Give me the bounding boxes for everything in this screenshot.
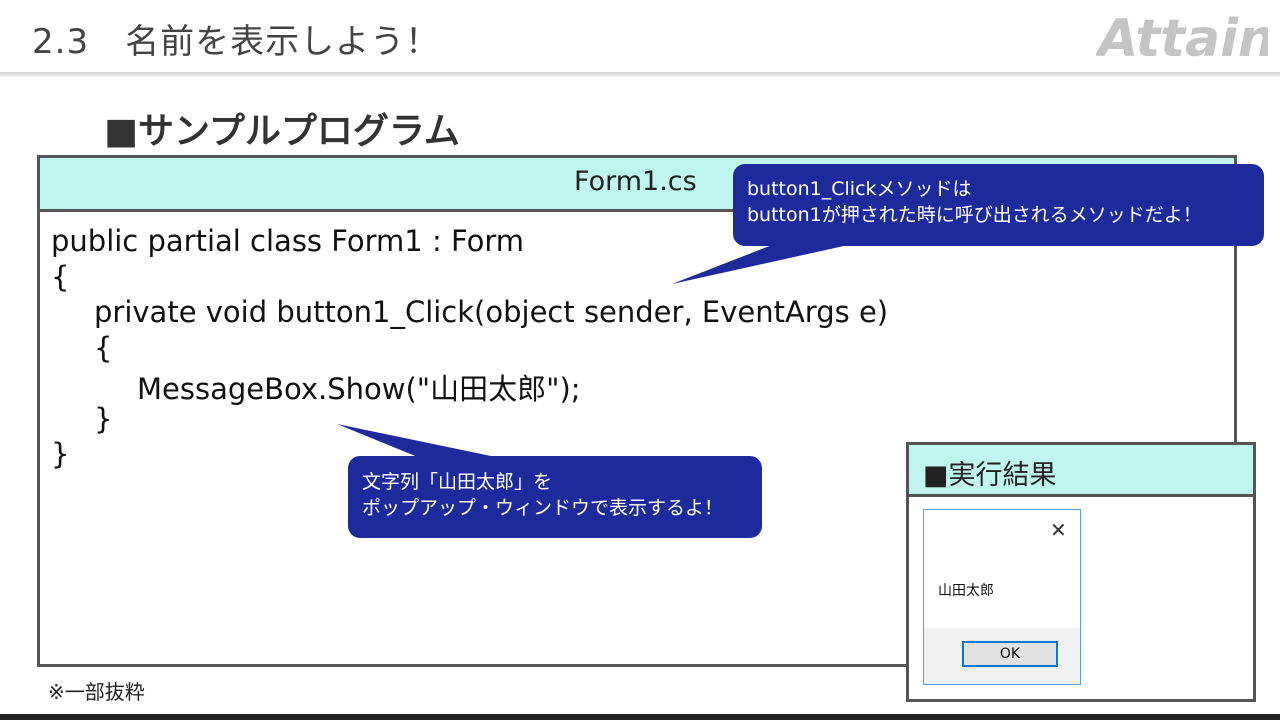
code-line-1: public partial class Form1 : Form — [51, 224, 525, 258]
slide-title: 2.3 名前を表示しよう！ — [32, 14, 440, 63]
result-header: ■実行結果 — [909, 445, 1253, 497]
code-line-4: { — [94, 331, 113, 365]
header-divider — [0, 72, 1280, 77]
svg-text:Attain: Attain — [1096, 10, 1268, 64]
slide-header: 2.3 名前を表示しよう！ Attain — [0, 0, 1280, 72]
method-callout-line-2: button1が押された時に呼び出されるメソッドだよ！ — [747, 204, 1202, 226]
code-line-7: } — [51, 437, 70, 471]
code-filename: Form1.cs — [574, 166, 697, 197]
excerpt-note: ※一部抜粋 — [48, 680, 145, 704]
method-callout-line-1: button1_Clickメソッドは — [747, 178, 972, 200]
message-text: 山田太郎 — [938, 583, 994, 599]
close-icon[interactable]: ✕ — [1050, 518, 1067, 542]
slide-title-text: 名前を表示しよう！ — [125, 22, 441, 62]
ok-button[interactable]: OK — [962, 641, 1058, 667]
code-line-3: private void button1_Click(object sender… — [94, 295, 889, 329]
result-heading: ■実行結果 — [923, 460, 1057, 491]
attain-logo: Attain — [1096, 10, 1268, 64]
method-callout: button1_Clickメソッドは button1が押された時に呼び出されるメ… — [733, 164, 1264, 246]
message-box-footer: OK — [924, 628, 1080, 684]
section-title: ■サンプルプログラム — [104, 111, 460, 152]
string-callout-line-1: 文字列「山田太郎」を — [362, 471, 553, 493]
code-line-2: { — [51, 260, 70, 294]
string-callout-line-2: ポップアップ・ウィンドウで表示するよ！ — [362, 497, 724, 519]
section-number: 2.3 — [32, 22, 90, 62]
message-box-window: ✕ 山田太郎 OK — [923, 509, 1081, 685]
string-callout: 文字列「山田太郎」を ポップアップ・ウィンドウで表示するよ！ — [348, 456, 762, 538]
code-line-6: } — [94, 402, 113, 436]
bottom-bar — [0, 714, 1280, 720]
result-panel: ■実行結果 ✕ 山田太郎 OK — [906, 442, 1256, 702]
code-line-5: MessageBox.Show("山田太郎"); — [137, 372, 581, 406]
